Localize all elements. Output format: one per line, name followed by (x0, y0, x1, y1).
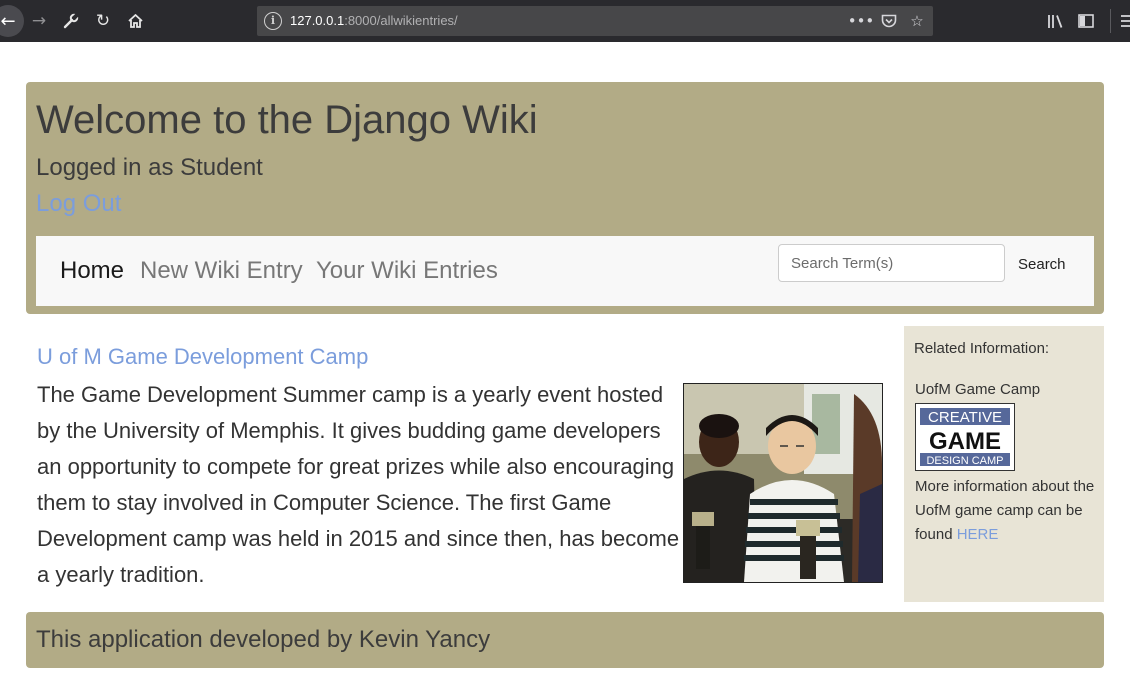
footer-text: This application developed by Kevin Yanc… (36, 626, 491, 653)
page-footer: This application developed by Kevin Yanc… (26, 612, 1104, 668)
home-icon[interactable] (121, 7, 149, 35)
logout-link[interactable]: Log Out (36, 190, 121, 218)
back-arrow-icon[interactable]: ← (0, 5, 24, 37)
sidebar-more-text: More information about the UofM game cam… (915, 478, 1095, 543)
toolbar-separator (1110, 9, 1111, 33)
library-icon[interactable] (1043, 9, 1067, 33)
reload-icon[interactable]: ↻ (89, 7, 117, 35)
url-bar[interactable]: i 127.0.0.1:8000/allwikientries/ ••• ☆ (257, 6, 933, 36)
sidebar-here-link[interactable]: HERE (957, 526, 999, 543)
logo-line-creative: CREATIVE (928, 409, 1002, 426)
sidebar-icon[interactable] (1074, 9, 1098, 33)
forward-arrow-icon[interactable]: → (25, 7, 53, 35)
site-title: Welcome to the Django Wiki (36, 98, 538, 142)
related-info-sidebar: Related Information: UofM Game Camp CREA… (904, 326, 1104, 602)
main-navbar: Home New Wiki Entry Your Wiki Entries Se… (36, 236, 1094, 306)
more-dots-icon[interactable]: ••• (848, 10, 875, 32)
entry-title-link[interactable]: U of M Game Development Camp (37, 343, 368, 371)
search-button[interactable]: Search (1008, 253, 1076, 275)
entry-body-text: The Game Development Summer camp is a ye… (37, 382, 680, 587)
entry-photo (683, 383, 883, 583)
search-input[interactable] (778, 244, 1005, 282)
url-text[interactable]: 127.0.0.1:8000/allwikientries/ (290, 13, 458, 29)
sidebar-camp-label: UofM Game Camp (915, 381, 1041, 398)
browser-toolbar: ← → ↻ i 127.0.0.1:8000/allwikientries/ •… (0, 0, 1130, 42)
sidebar-heading: Related Information: (914, 340, 1050, 357)
wrench-icon[interactable] (57, 7, 85, 35)
nav-item-home[interactable]: Home (60, 257, 124, 285)
url-path: :8000/allwikientries/ (344, 13, 458, 28)
url-host: 127.0.0.1 (290, 13, 345, 28)
header-jumbotron: Welcome to the Django Wiki Logged in as … (26, 82, 1104, 314)
hamburger-menu-icon[interactable] (1116, 9, 1130, 33)
pocket-icon[interactable] (878, 10, 900, 32)
game-camp-logo: CREATIVE GAME DESIGN CAMP (915, 403, 1015, 471)
nav-item-new-wiki-entry[interactable]: New Wiki Entry (140, 257, 303, 285)
info-icon[interactable]: i (264, 12, 282, 30)
logo-line-game: GAME (929, 428, 1001, 455)
logo-line-design-camp: DESIGN CAMP (926, 455, 1003, 467)
sidebar-more-info: More information about the UofM game cam… (915, 475, 1105, 547)
logged-in-status: Logged in as Student (36, 154, 263, 181)
star-icon[interactable]: ☆ (906, 10, 928, 32)
nav-item-your-wiki-entries[interactable]: Your Wiki Entries (316, 257, 498, 285)
